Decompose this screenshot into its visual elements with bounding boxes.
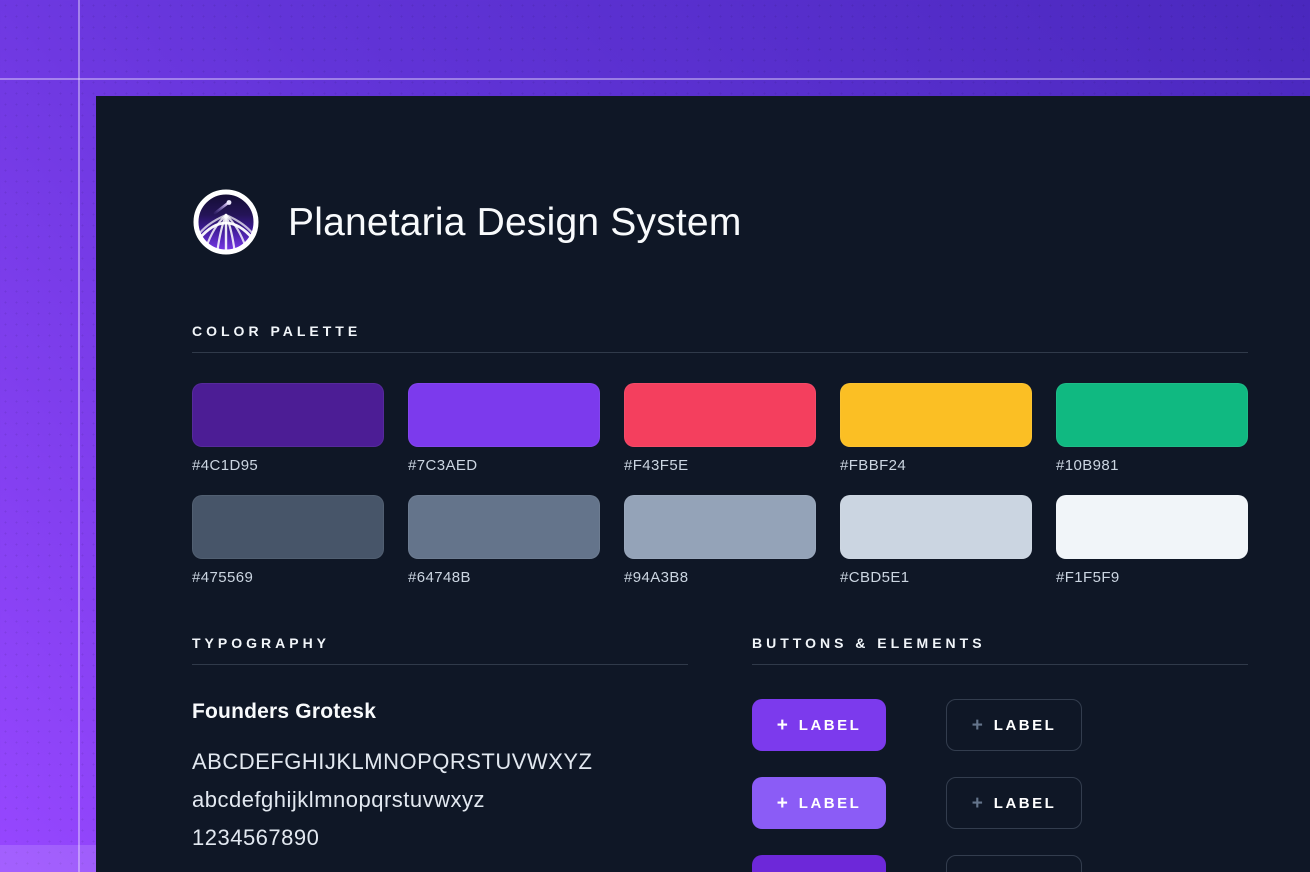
color-swatch bbox=[1056, 495, 1248, 559]
color-swatch-hex-label: #94A3B8 bbox=[624, 569, 816, 587]
button-row: + LABEL + LABEL bbox=[752, 699, 1248, 751]
specimen-numerals: 1234567890 bbox=[192, 819, 688, 857]
outline-label-button[interactable]: + LABEL bbox=[946, 855, 1082, 872]
color-palette-heading: COLOR PALETTE bbox=[192, 321, 1248, 341]
plus-icon: + bbox=[972, 794, 983, 813]
section-divider bbox=[192, 352, 1248, 353]
button-rows: + LABEL + LABEL + LABEL + LABEL + LABEL … bbox=[752, 699, 1248, 872]
button-label: LABEL bbox=[799, 717, 862, 734]
color-swatch-hex-label: #64748B bbox=[408, 569, 600, 587]
color-swatch-cell: #475569 bbox=[192, 495, 384, 587]
color-swatch-hex-label: #F1F5F9 bbox=[1056, 569, 1248, 587]
specimen-lowercase: abcdefghijklmnopqrstuvwxyz bbox=[192, 781, 688, 819]
color-swatch-hex-label: #CBD5E1 bbox=[840, 569, 1032, 587]
filled-label-button[interactable]: + LABEL bbox=[752, 855, 886, 872]
font-name: Founders Grotesk bbox=[192, 699, 688, 725]
button-row: + LABEL + LABEL bbox=[752, 777, 1248, 829]
color-swatch-cell: #F1F5F9 bbox=[1056, 495, 1248, 587]
button-label: LABEL bbox=[799, 795, 862, 812]
color-swatch-cell: #64748B bbox=[408, 495, 600, 587]
color-swatch bbox=[624, 495, 816, 559]
color-swatch-hex-label: #10B981 bbox=[1056, 457, 1248, 475]
color-swatch-cell: #CBD5E1 bbox=[840, 495, 1032, 587]
guide-line-vertical bbox=[78, 0, 80, 872]
plus-icon: + bbox=[972, 716, 983, 735]
color-swatch-cell: #FBBF24 bbox=[840, 383, 1032, 475]
color-palette-section: COLOR PALETTE #4C1D95 #7C3AED #F43F5E #F… bbox=[192, 321, 1248, 587]
type-specimen: ABCDEFGHIJKLMNOPQRSTUVWXYZ abcdefghijklm… bbox=[192, 743, 688, 857]
color-swatch bbox=[192, 383, 384, 447]
design-system-panel: Planetaria Design System COLOR PALETTE #… bbox=[96, 96, 1310, 872]
typography-heading: TYPOGRAPHY bbox=[192, 633, 688, 653]
color-swatch bbox=[192, 495, 384, 559]
button-label: LABEL bbox=[994, 717, 1057, 734]
page-title: Planetaria Design System bbox=[288, 203, 742, 242]
planetaria-logo-icon bbox=[192, 188, 260, 256]
plus-icon: + bbox=[777, 716, 788, 735]
color-swatch-hex-label: #4C1D95 bbox=[192, 457, 384, 475]
color-swatch bbox=[408, 495, 600, 559]
color-swatch-cell: #4C1D95 bbox=[192, 383, 384, 475]
color-swatch bbox=[408, 383, 600, 447]
color-swatch bbox=[1056, 383, 1248, 447]
color-swatch bbox=[624, 383, 816, 447]
color-swatch-cell: #7C3AED bbox=[408, 383, 600, 475]
typography-section: TYPOGRAPHY Founders Grotesk ABCDEFGHIJKL… bbox=[192, 633, 688, 872]
swatch-grid: #4C1D95 #7C3AED #F43F5E #FBBF24 #10B981 … bbox=[192, 383, 1248, 587]
color-swatch-hex-label: #FBBF24 bbox=[840, 457, 1032, 475]
color-swatch bbox=[840, 495, 1032, 559]
background-accent-band bbox=[0, 845, 96, 872]
outline-label-button[interactable]: + LABEL bbox=[946, 777, 1082, 829]
buttons-section: BUTTONS & ELEMENTS + LABEL + LABEL + LAB… bbox=[752, 633, 1248, 872]
color-swatch-hex-label: #475569 bbox=[192, 569, 384, 587]
color-swatch-cell: #10B981 bbox=[1056, 383, 1248, 475]
outline-label-button[interactable]: + LABEL bbox=[946, 699, 1082, 751]
color-swatch-hex-label: #7C3AED bbox=[408, 457, 600, 475]
plus-icon: + bbox=[777, 794, 788, 813]
guide-line-horizontal bbox=[0, 78, 1310, 80]
buttons-heading: BUTTONS & ELEMENTS bbox=[752, 633, 1248, 653]
page-background: Planetaria Design System COLOR PALETTE #… bbox=[0, 0, 1310, 872]
color-swatch-hex-label: #F43F5E bbox=[624, 457, 816, 475]
filled-label-button[interactable]: + LABEL bbox=[752, 699, 886, 751]
section-divider bbox=[192, 664, 688, 665]
button-label: LABEL bbox=[994, 795, 1057, 812]
color-swatch bbox=[840, 383, 1032, 447]
filled-label-button[interactable]: + LABEL bbox=[752, 777, 886, 829]
header: Planetaria Design System bbox=[192, 188, 742, 256]
lower-sections: TYPOGRAPHY Founders Grotesk ABCDEFGHIJKL… bbox=[192, 633, 1248, 872]
section-divider bbox=[752, 664, 1248, 665]
button-row: + LABEL + LABEL bbox=[752, 855, 1248, 872]
color-swatch-cell: #F43F5E bbox=[624, 383, 816, 475]
color-swatch-cell: #94A3B8 bbox=[624, 495, 816, 587]
specimen-uppercase: ABCDEFGHIJKLMNOPQRSTUVWXYZ bbox=[192, 743, 688, 781]
